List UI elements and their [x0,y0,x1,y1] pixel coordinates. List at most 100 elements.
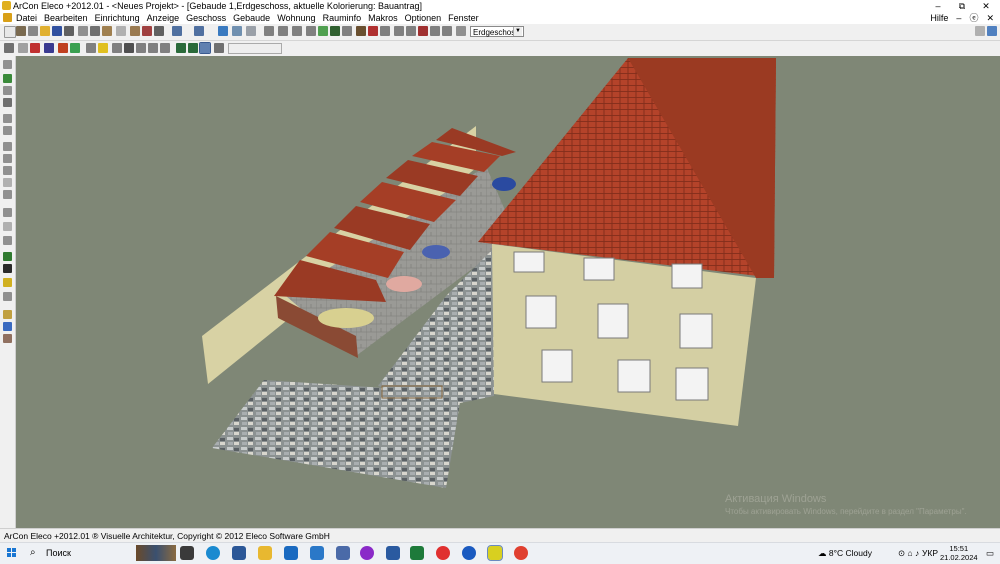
excel-icon[interactable] [410,546,424,560]
support-tool-icon[interactable] [3,142,12,151]
word-icon[interactable] [232,546,246,560]
camera-icon[interactable] [356,26,366,36]
document-icon[interactable] [3,13,12,22]
room-tool-icon[interactable] [3,98,12,107]
dormer-tool-icon[interactable] [3,222,12,231]
opera-icon[interactable] [436,546,450,560]
viewport-3d[interactable]: Активация Windows Чтобы активировать Win… [16,56,1000,528]
opening-tool-icon[interactable] [3,166,12,175]
wall-icon[interactable] [176,43,186,53]
language-indicator[interactable]: УКР [922,543,938,564]
menu-fenster[interactable]: Fenster [448,12,479,24]
shade-icon[interactable] [330,26,340,36]
chrome-icon[interactable] [514,546,528,560]
sun-icon[interactable] [380,26,390,36]
clock[interactable]: 15:51 21.02.2024 [940,544,978,562]
grid-3d-icon[interactable] [148,43,158,53]
facebook-icon[interactable] [462,546,476,560]
wall-tool-icon[interactable] [3,114,12,123]
cut-icon[interactable] [78,26,88,36]
save-app-icon[interactable] [386,546,400,560]
elevation-icon[interactable] [406,26,416,36]
maximize-button[interactable]: ⧉ [950,0,974,12]
close-button[interactable]: ✕ [974,0,998,12]
menu-bearbeiten[interactable]: Bearbeiten [44,12,88,24]
view-front-icon[interactable] [264,26,274,36]
furniture-tool-icon[interactable] [3,334,12,343]
building-icon[interactable] [142,26,152,36]
move-icon[interactable] [86,43,96,53]
media-icon[interactable] [360,546,374,560]
light-icon[interactable] [368,26,378,36]
start-button[interactable] [7,548,17,558]
print-icon[interactable] [64,26,74,36]
house-icon[interactable] [16,26,26,36]
help-icon[interactable] [987,26,997,36]
view-back-icon[interactable] [292,26,302,36]
tray-icons[interactable]: ⊙ ⌂ ♪ [898,543,919,564]
mirror-icon[interactable] [214,43,224,53]
pen-tool-icon[interactable] [3,264,12,273]
color-icon[interactable] [70,43,80,53]
menu-optionen[interactable]: Optionen [405,12,442,24]
dimension-tool-icon[interactable] [3,292,12,301]
weather-widget[interactable]: ☁ 8°C Cloudy [818,543,872,564]
explorer-icon[interactable] [258,546,272,560]
zoom-fit-icon[interactable] [232,26,242,36]
layer-select[interactable] [228,43,282,54]
menu-wohnung[interactable]: Wohnung [277,12,315,24]
menu-hilfe[interactable]: Hilfe [930,12,948,24]
measure-icon[interactable] [246,26,256,36]
doc-restore-button[interactable]: ⓔ [969,12,978,24]
new-file-icon[interactable] [4,26,16,38]
layers-icon[interactable] [154,26,164,36]
menu-makros[interactable]: Makros [368,12,398,24]
arrow-up-icon[interactable] [124,43,134,53]
chimney-tool-icon[interactable] [3,154,12,163]
line-tool-icon[interactable] [3,252,12,261]
column-icon[interactable] [188,43,198,53]
redo-icon[interactable] [194,26,204,36]
copy-object-icon[interactable] [112,43,122,53]
star-icon[interactable] [98,43,108,53]
roof-tool-icon[interactable] [3,208,12,217]
edge-icon[interactable] [206,546,220,560]
open-folder-icon[interactable] [40,26,50,36]
menu-rauminfo[interactable]: Rauminfo [323,12,362,24]
view-side-icon[interactable] [278,26,288,36]
book-icon[interactable] [975,26,985,36]
section-icon[interactable] [394,26,404,36]
menu-geschoss[interactable]: Geschoss [186,12,226,24]
doc-minimize-button[interactable]: – [956,12,961,24]
stairs-icon[interactable] [418,26,428,36]
grid-snap-icon[interactable] [44,43,54,53]
taskbar-search[interactable]: ⌕ Поиск [26,545,176,561]
settings-icon[interactable] [136,43,146,53]
menu-gebaude[interactable]: Gebaude [233,12,270,24]
doc-close-button[interactable]: ✕ [986,12,994,24]
save-icon[interactable] [52,26,62,36]
pipette-icon[interactable] [30,43,40,53]
store-icon[interactable] [310,546,324,560]
menu-anzeige[interactable]: Anzeige [147,12,180,24]
view-iso-icon[interactable] [306,26,316,36]
terrain-tool-icon[interactable] [3,310,12,319]
menu-datei[interactable]: Datei [16,12,37,24]
task-view-icon[interactable] [180,546,194,560]
menu-einrichtung[interactable]: Einrichtung [95,12,140,24]
zoom-icon[interactable] [218,26,228,36]
undo-icon[interactable] [172,26,182,36]
floor-down-icon[interactable] [456,26,466,36]
template-icon[interactable] [28,26,38,36]
beam-tool-icon[interactable] [3,126,12,135]
floor-up-icon[interactable] [442,26,452,36]
window-tool-icon[interactable] [3,74,12,83]
render-icon[interactable] [318,26,328,36]
snap-icon[interactable] [58,43,68,53]
stair-tool-icon[interactable] [3,236,12,245]
paste-icon[interactable] [102,26,112,36]
table-icon[interactable] [160,43,170,53]
object-tool-icon[interactable] [3,322,12,331]
roof-icon[interactable] [430,26,440,36]
minimize-button[interactable]: – [926,0,950,12]
